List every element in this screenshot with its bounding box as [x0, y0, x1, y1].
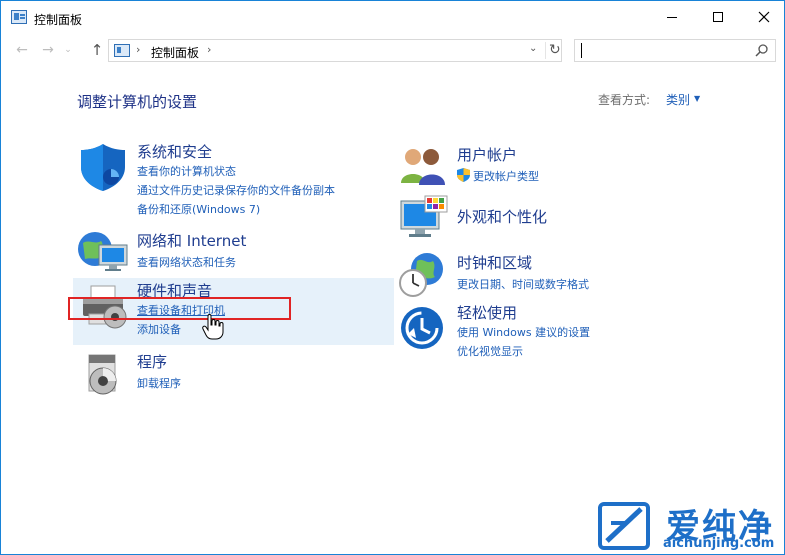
link-optimize-visual-display[interactable]: 优化视觉显示 — [457, 343, 523, 359]
link-backup-restore[interactable]: 备份和还原(Windows 7) — [137, 201, 260, 217]
category-user-accounts-title[interactable]: 用户帐户 — [457, 144, 517, 165]
category-appearance-title[interactable]: 外观和个性化 — [457, 206, 547, 227]
control-panel-icon — [11, 10, 27, 24]
recent-locations-chevron-icon[interactable]: ⌄ — [61, 40, 75, 60]
address-dropdown-chevron-icon[interactable]: ⌄ — [529, 43, 537, 54]
forward-button[interactable]: → — [38, 40, 58, 60]
category-system-security-title[interactable]: 系统和安全 — [137, 141, 212, 162]
link-uninstall-program[interactable]: 卸载程序 — [137, 375, 181, 391]
hand-cursor-icon — [202, 314, 224, 340]
link-recommended-settings[interactable]: 使用 Windows 建议的设置 — [457, 324, 590, 340]
link-add-device[interactable]: 添加设备 — [137, 321, 181, 337]
minimize-icon — [667, 16, 677, 18]
category-network-title[interactable]: 网络和 Internet — [137, 230, 246, 251]
users-icon[interactable] — [399, 145, 447, 187]
link-file-history-backup[interactable]: 通过文件历史记录保存你的文件备份副本 — [137, 182, 335, 198]
link-change-date-time-format[interactable]: 更改日期、时间或数字格式 — [457, 276, 589, 292]
control-panel-window: 控制面板 ← → ⌄ ↑ › 控制面板 › ⌄ ↻ 调整计算机的设置 查看方式:… — [0, 0, 785, 555]
shield-icon[interactable] — [77, 141, 129, 193]
maximize-icon — [713, 12, 723, 22]
ease-of-access-icon[interactable] — [400, 306, 444, 350]
breadcrumb-separator-icon[interactable]: › — [136, 43, 140, 56]
breadcrumb[interactable]: 控制面板 — [151, 44, 199, 61]
close-button[interactable] — [741, 1, 785, 33]
clock-globe-icon[interactable] — [397, 251, 445, 299]
up-button[interactable]: ↑ — [87, 40, 107, 60]
network-globe-icon[interactable] — [75, 227, 131, 275]
refresh-button[interactable]: ↻ — [545, 42, 561, 59]
watermark-url: aichunjing.com — [663, 536, 775, 551]
window-title: 控制面板 — [34, 13, 83, 27]
category-programs-title[interactable]: 程序 — [137, 351, 167, 372]
view-by-dropdown[interactable]: 类别 — [666, 91, 690, 108]
programs-disc-icon[interactable] — [83, 351, 127, 397]
uac-shield-icon — [457, 168, 470, 182]
chevron-down-icon[interactable]: ▼ — [694, 94, 700, 103]
monitor-palette-icon[interactable] — [399, 195, 449, 241]
link-view-network-status[interactable]: 查看网络状态和任务 — [137, 254, 236, 270]
category-ease-access-title[interactable]: 轻松使用 — [457, 302, 517, 323]
category-clock-region-title[interactable]: 时钟和区域 — [457, 252, 532, 273]
watermark-logo-icon — [598, 502, 650, 550]
search-icon[interactable] — [755, 43, 769, 57]
back-button[interactable]: ← — [12, 40, 32, 60]
maximize-button[interactable] — [695, 1, 741, 33]
view-by-label: 查看方式: — [598, 93, 651, 107]
annotation-highlight-box — [68, 297, 291, 320]
search-input[interactable] — [574, 39, 776, 62]
breadcrumb-separator-icon[interactable]: › — [207, 43, 211, 56]
address-bar-row: ← → ⌄ ↑ › 控制面板 › ⌄ ↻ — [1, 35, 784, 65]
address-bar[interactable]: › 控制面板 › ⌄ ↻ — [108, 39, 562, 62]
minimize-button[interactable] — [649, 1, 695, 33]
title-bar: 控制面板 — [1, 1, 784, 35]
control-panel-icon — [114, 44, 130, 57]
link-change-account-type[interactable]: 更改帐户类型 — [473, 168, 539, 184]
text-caret — [581, 43, 582, 58]
close-icon — [758, 11, 770, 23]
link-view-computer-status[interactable]: 查看你的计算机状态 — [137, 163, 236, 179]
page-title: 调整计算机的设置 — [77, 93, 198, 111]
